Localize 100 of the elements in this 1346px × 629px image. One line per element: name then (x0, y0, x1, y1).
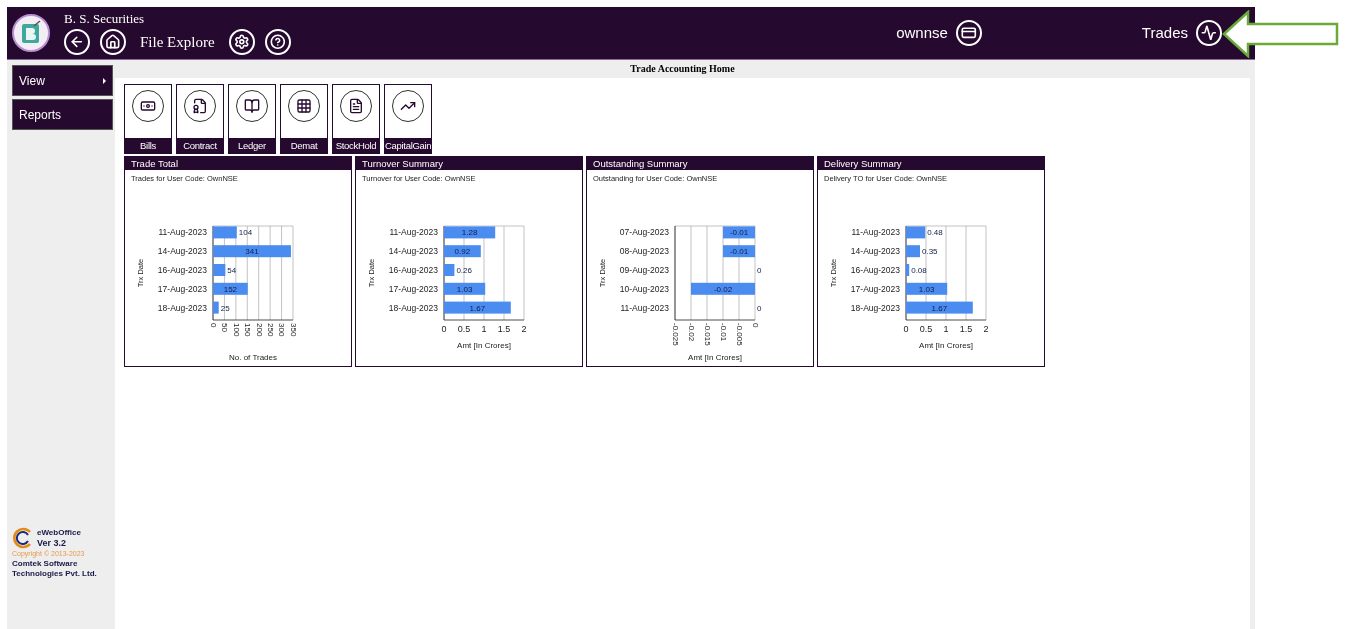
bar (213, 283, 248, 296)
data-label: 0.35 (922, 247, 938, 257)
axis-title: Amt [In Crores] (457, 341, 511, 351)
module-tile[interactable]: Ledger (228, 84, 276, 154)
logo-icon (12, 14, 50, 52)
module-tile[interactable]: CapitalGain (384, 84, 432, 154)
axis-category-label: 11-Aug-2023 (851, 227, 900, 238)
bar (906, 301, 973, 314)
axis-tick-label: 1.5 (497, 324, 511, 335)
help-icon[interactable] (264, 29, 291, 55)
module-tile[interactable]: Bills (124, 84, 172, 154)
axis-tick-label: 2 (983, 324, 989, 335)
axis-tick-label: 250 (266, 323, 276, 337)
data-label: 1.03 (456, 285, 473, 295)
axis-category-label: 16-Aug-2023 (388, 265, 438, 276)
axis-category-label: 10-Aug-2023 (619, 284, 669, 295)
data-label: 1.28 (461, 228, 478, 238)
data-label: 1.67 (469, 303, 486, 313)
data-label: 25 (220, 303, 230, 313)
card-title: Trade Total (125, 157, 351, 170)
axis-tick-label: 0 (903, 324, 909, 335)
sidebar-menu-item[interactable]: View (12, 65, 113, 96)
axis-tick-label: 2 (521, 324, 527, 335)
data-label: 0 (757, 303, 762, 313)
axis-category-label: 09-Aug-2023 (619, 265, 669, 276)
axis-category-label: 18-Aug-2023 (388, 302, 438, 313)
bar (213, 264, 226, 277)
company-text: Technologies Pvt. Ltd. (12, 569, 98, 579)
axis-tick-label: 150 (243, 323, 253, 337)
bar (906, 226, 926, 239)
card-title: Outstanding Summary (587, 157, 813, 170)
data-label: 152 (223, 285, 238, 295)
bar (906, 283, 948, 296)
data-label: 0.48 (927, 228, 943, 238)
axis-category-label: 08-Aug-2023 (619, 246, 669, 257)
axis-tick-label: 1 (481, 324, 487, 335)
axis-tick-label: -0.005 (734, 323, 744, 346)
axis-category-label: 16-Aug-2023 (850, 265, 900, 276)
bar (213, 301, 219, 314)
home-icon[interactable] (100, 29, 126, 55)
axis-category-label: 14-Aug-2023 (388, 246, 438, 257)
data-label: 341 (245, 247, 259, 257)
bar (444, 264, 455, 277)
swirl-logo-icon (12, 527, 34, 549)
axis-category-label: 18-Aug-2023 (850, 302, 900, 313)
axis-tick-label: 1.5 (959, 324, 973, 335)
bar (906, 264, 910, 277)
settings-icon[interactable] (228, 29, 255, 55)
data-label: 0.92 (454, 247, 471, 257)
module-name: Trades (1141, 22, 1188, 43)
page-title: Trade Accounting Home (629, 62, 736, 76)
module-tile[interactable]: Demat (280, 84, 328, 154)
user-name: ownnse (896, 22, 948, 43)
module-tile[interactable]: StockHold (332, 84, 380, 154)
axis-tick-label: 200 (254, 323, 264, 337)
bar (444, 226, 496, 239)
axis-tick-label: -0.02 (686, 323, 696, 342)
data-label: 0 (757, 266, 762, 276)
data-label: 104 (238, 228, 253, 238)
data-label: 0.08 (911, 266, 927, 276)
location-title: File Explore (140, 32, 215, 52)
data-label: 54 (227, 266, 237, 276)
axis-tick-label: 300 (277, 323, 287, 337)
axis-tick-label: 100 (231, 323, 241, 337)
version-text: Ver 3.2 (37, 538, 68, 548)
data-label: -0.02 (713, 285, 733, 295)
axis-category-label: 11-Aug-2023 (158, 227, 207, 238)
axis-tick-label: 0.5 (919, 324, 933, 335)
axis-title: Amt [In Crores] (919, 341, 973, 351)
card-title: Delivery Summary (818, 157, 1044, 170)
axis-tick-label: 350 (288, 323, 298, 337)
data-label: -0.01 (729, 228, 749, 238)
sidebar-menu-item[interactable]: Reports (12, 99, 113, 130)
bar (444, 245, 481, 258)
data-label: 1.03 (918, 285, 935, 295)
id-card-icon[interactable] (955, 20, 982, 46)
axis-tick-label: 0.5 (457, 324, 471, 335)
axis-tick-label: 0 (750, 323, 760, 328)
bar (444, 301, 511, 314)
axis-tick-label: -0.025 (670, 323, 680, 346)
axis-tick-label: 0 (208, 323, 218, 328)
card-title: Turnover Summary (356, 157, 582, 170)
axis-category-label: 18-Aug-2023 (157, 302, 207, 313)
axis-category-label: 17-Aug-2023 (157, 284, 207, 295)
axis-category-label: 07-Aug-2023 (619, 227, 669, 238)
product-name: eWebOffice (37, 528, 81, 538)
data-label: 0.26 (456, 266, 472, 276)
axis-category-label: 14-Aug-2023 (157, 246, 207, 257)
bar (723, 245, 755, 258)
module-tile[interactable]: Contract (176, 84, 224, 154)
back-icon[interactable] (64, 29, 90, 55)
axis-category-label: 17-Aug-2023 (850, 284, 900, 295)
bar (906, 245, 920, 258)
bar (691, 283, 755, 296)
axis-tick-label: 0 (441, 324, 447, 335)
axis-title: Amt [In Crores] (688, 353, 742, 363)
axis-tick-label: 50 (220, 323, 230, 333)
axis-category-label: 17-Aug-2023 (388, 284, 438, 295)
axis-category-label: 16-Aug-2023 (157, 265, 207, 276)
bar (444, 283, 486, 296)
